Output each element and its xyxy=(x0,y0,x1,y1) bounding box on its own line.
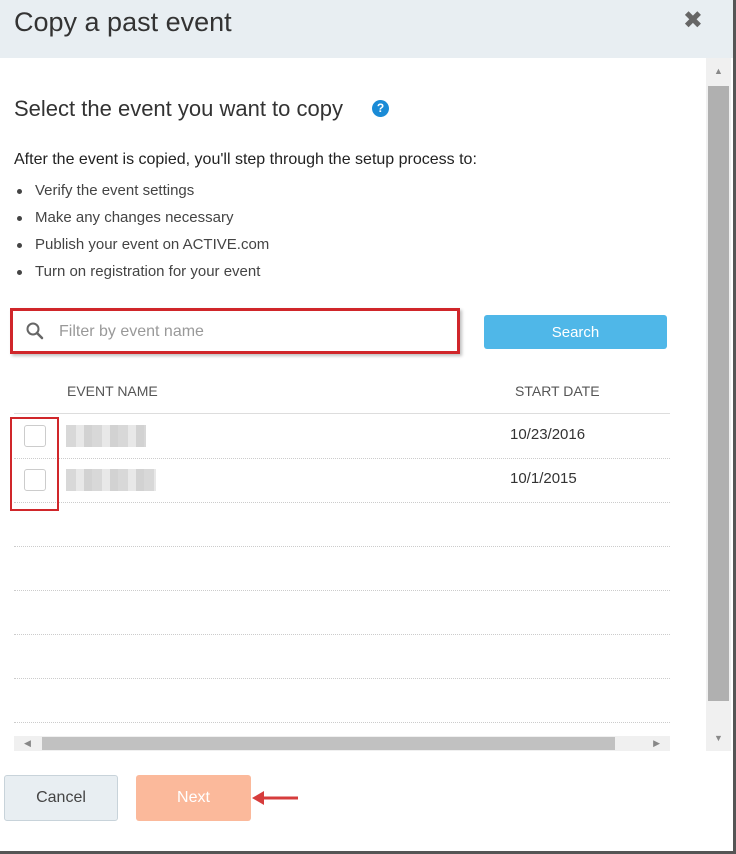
steps-list: Verify the event settings Make any chang… xyxy=(14,179,269,287)
event-start-date: 10/1/2015 xyxy=(510,470,577,487)
intro-text: After the event is copied, you'll step t… xyxy=(14,151,477,168)
scrollbar-thumb[interactable] xyxy=(708,86,729,701)
list-item: Publish your event on ACTIVE.com xyxy=(14,233,269,260)
column-header-start-date: START DATE xyxy=(515,383,600,399)
help-icon[interactable]: ? xyxy=(372,100,389,117)
cancel-button[interactable]: Cancel xyxy=(4,775,118,821)
divider xyxy=(14,722,670,723)
divider xyxy=(14,590,670,591)
arrow-annotation-icon xyxy=(252,791,298,805)
dialog-header: Copy a past event ✖ xyxy=(0,0,733,58)
event-name-blurred xyxy=(66,469,156,491)
scrollbar-thumb[interactable] xyxy=(42,737,615,750)
copy-event-dialog: Copy a past event ✖ Select the event you… xyxy=(0,0,736,854)
divider xyxy=(14,634,670,635)
table-row[interactable]: 10/1/2015 xyxy=(14,458,670,502)
row-checkbox[interactable] xyxy=(24,469,46,491)
table-row[interactable]: 10/23/2016 xyxy=(14,414,670,458)
list-item: Make any changes necessary xyxy=(14,206,269,233)
close-icon[interactable]: ✖ xyxy=(683,6,703,35)
filter-input[interactable] xyxy=(57,317,441,347)
filter-field[interactable] xyxy=(10,308,460,354)
vertical-scrollbar[interactable]: ▲ ▼ xyxy=(706,58,731,751)
scroll-left-icon[interactable]: ◀ xyxy=(24,738,31,749)
list-item: Turn on registration for your event xyxy=(14,260,269,287)
scroll-right-icon[interactable]: ▶ xyxy=(653,738,660,749)
dialog-body: Select the event you want to copy ? Afte… xyxy=(0,58,705,751)
dialog-footer: Cancel Next xyxy=(0,751,733,851)
divider xyxy=(14,502,670,503)
event-start-date: 10/23/2016 xyxy=(510,426,586,443)
next-button[interactable]: Next xyxy=(136,775,251,821)
divider xyxy=(14,546,670,547)
dialog-title: Copy a past event xyxy=(14,7,232,37)
event-name-blurred xyxy=(66,425,146,447)
search-button[interactable]: Search xyxy=(484,315,667,349)
section-heading: Select the event you want to copy xyxy=(14,96,343,121)
row-checkbox[interactable] xyxy=(24,425,46,447)
divider xyxy=(14,678,670,679)
column-header-event-name: EVENT NAME xyxy=(67,383,158,399)
list-item: Verify the event settings xyxy=(14,179,269,206)
scroll-up-icon[interactable]: ▲ xyxy=(714,66,723,76)
horizontal-scrollbar[interactable]: ◀ ▶ xyxy=(14,736,670,751)
scroll-down-icon[interactable]: ▼ xyxy=(714,733,723,743)
search-icon xyxy=(26,322,44,340)
